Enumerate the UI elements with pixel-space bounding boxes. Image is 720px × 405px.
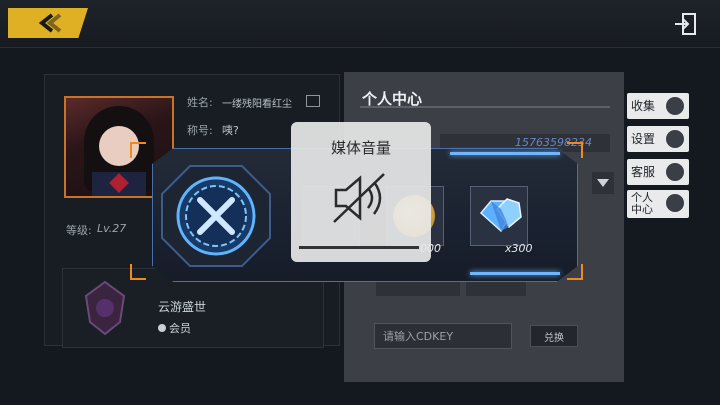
user-icon — [666, 194, 684, 212]
reward-crystal[interactable] — [470, 186, 528, 246]
player-level: Lv.27 — [97, 222, 127, 235]
frame-corner — [130, 142, 146, 158]
tab-personal-center[interactable]: 个人中心 — [627, 190, 689, 218]
exit-button[interactable] — [670, 8, 702, 40]
name-label: 姓名: — [187, 96, 213, 109]
volume-toast-title: 媒体音量 — [330, 139, 391, 157]
reward-quantity: x300 — [505, 242, 533, 255]
guild-role-label: 会员 — [169, 322, 191, 335]
tab-label: 收集 — [631, 99, 656, 113]
close-icon[interactable] — [160, 164, 272, 268]
gear-icon — [666, 130, 684, 148]
player-name: 一缕残阳看红尘 — [222, 99, 292, 110]
member-icon — [158, 324, 166, 332]
guild-emblem-icon — [84, 280, 126, 336]
frame-corner — [567, 142, 583, 158]
exit-door-icon — [675, 13, 696, 35]
title-label: 称号: — [187, 124, 213, 137]
speaker-muted-icon — [333, 173, 385, 223]
tab-label: 个人中心 — [631, 191, 653, 216]
chevron-down-icon — [597, 179, 609, 187]
player-title: 咦? — [222, 124, 239, 137]
volume-level-bar — [299, 246, 419, 249]
tab-label: 设置 — [631, 132, 656, 146]
edit-icon[interactable] — [306, 95, 320, 107]
chat-icon — [666, 163, 684, 181]
top-bar — [0, 0, 720, 48]
tab-label: 客服 — [631, 165, 656, 179]
guild-name: 云游盛世 — [158, 300, 207, 314]
back-arrow-icon — [38, 13, 62, 33]
dropdown-button[interactable] — [592, 172, 614, 194]
tab-collection[interactable]: 收集 — [627, 93, 689, 119]
pie-chart-icon — [666, 97, 684, 115]
glow-strip — [450, 152, 560, 155]
glow-strip — [470, 272, 560, 275]
tab-settings[interactable]: 设置 — [627, 126, 689, 152]
title-divider — [360, 106, 610, 108]
cdkey-input[interactable] — [374, 323, 512, 349]
crystal-icon — [479, 198, 522, 233]
guild-role: 会员 — [158, 320, 191, 336]
frame-corner — [567, 264, 583, 280]
frame-corner — [130, 264, 146, 280]
back-button[interactable] — [8, 8, 88, 38]
tab-support[interactable]: 客服 — [627, 159, 689, 185]
redeem-button[interactable]: 兑换 — [530, 325, 578, 347]
level-label: 等级: — [66, 224, 92, 237]
